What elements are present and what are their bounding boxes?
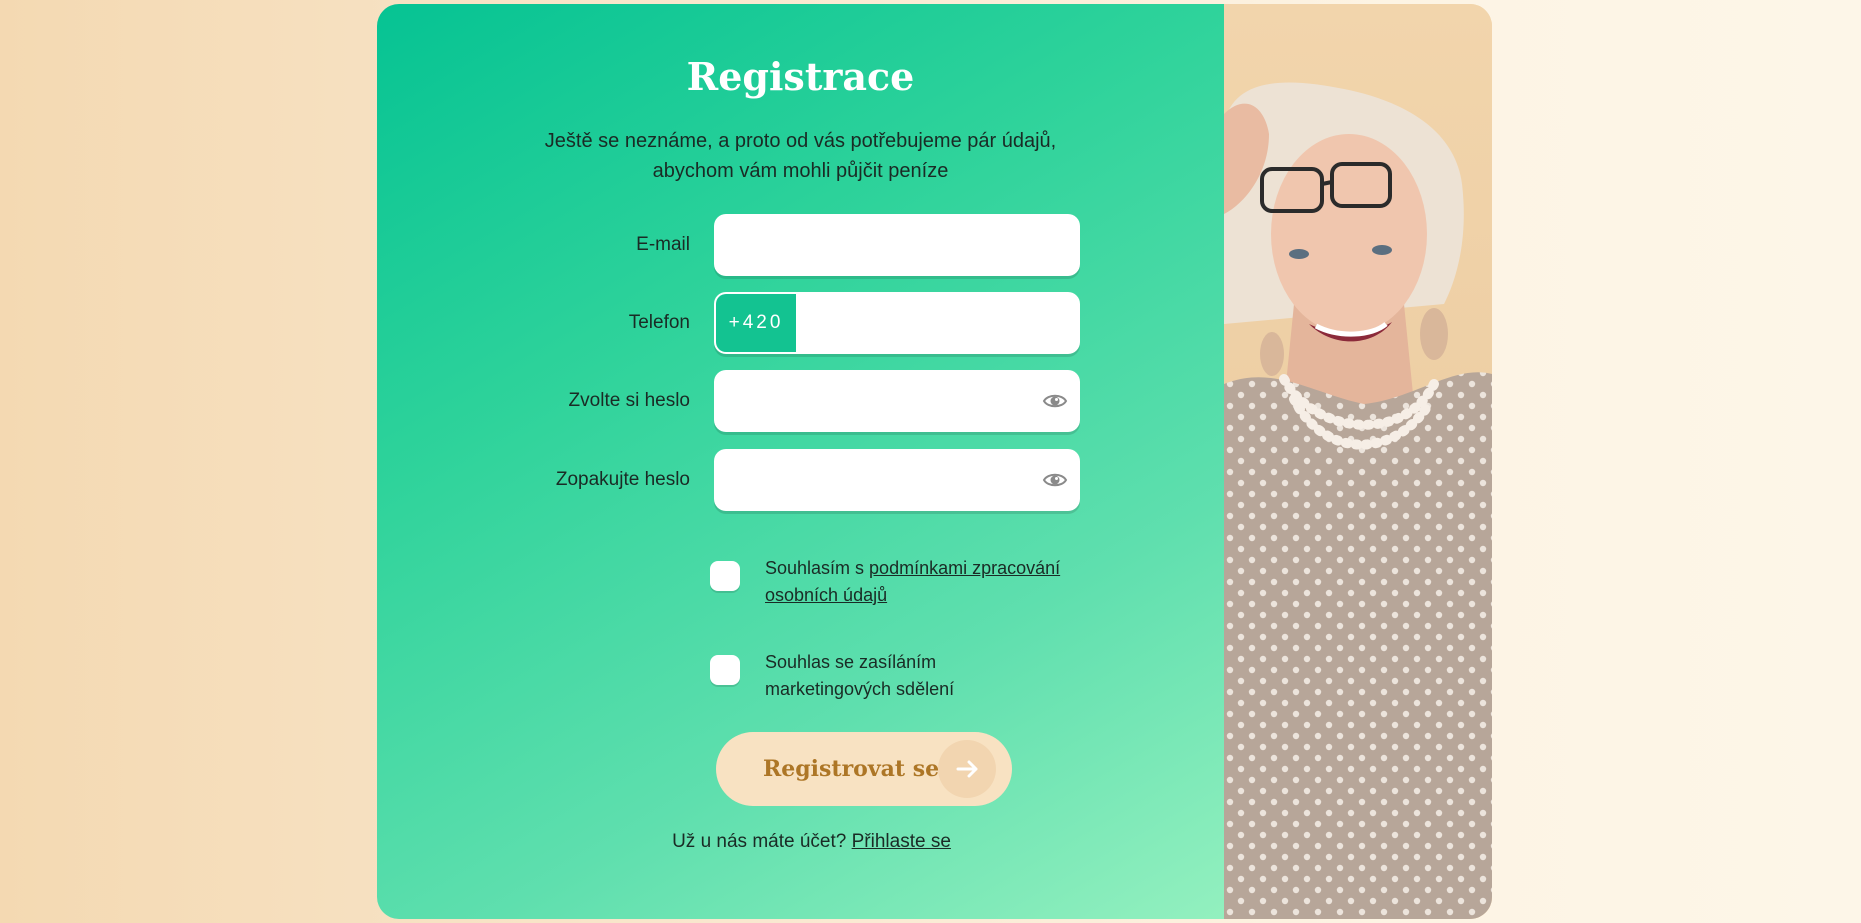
password-repeat-field[interactable] <box>714 449 1080 511</box>
phone-row: Telefon +420 <box>377 292 1224 354</box>
phone-field-box: +420 <box>714 292 1080 354</box>
registration-card: Registrace Ještě se neznáme, a proto od … <box>377 4 1492 919</box>
senior-woman-photo <box>1224 4 1492 919</box>
phone-prefix: +420 <box>716 294 796 352</box>
page-subtitle: Ještě se neznáme, a proto od vás potřebu… <box>377 126 1224 186</box>
login-prompt: Už u nás máte účet? Přihlaste se <box>377 831 1246 853</box>
consent-marketing-label: Souhlas se zasíláním marketingových sděl… <box>765 652 955 699</box>
password-repeat-field-box <box>714 449 1080 511</box>
email-row: E-mail <box>377 214 1224 276</box>
eye-icon[interactable] <box>1042 389 1068 413</box>
registration-form: Registrace Ještě se neznáme, a proto od … <box>377 4 1224 919</box>
consent-personal-prefix: Souhlasím s <box>765 558 870 578</box>
email-label: E-mail <box>636 234 690 255</box>
password-row: Zvolte si heslo <box>377 370 1224 432</box>
password-field-box <box>714 370 1080 432</box>
register-button[interactable]: Registrovat se <box>716 732 1012 806</box>
eye-icon[interactable] <box>1042 468 1068 492</box>
email-field-box <box>714 214 1080 276</box>
password-field[interactable] <box>714 370 1080 432</box>
consent-personal-text: Souhlasím s podmínkami zpracování osobní… <box>765 555 1095 609</box>
arrow-right-icon <box>938 740 996 798</box>
page-title: Registrace <box>686 54 915 99</box>
password-repeat-row: Zopakujte heslo <box>377 449 1224 511</box>
email-field[interactable] <box>714 214 1080 276</box>
subtitle-line-2: abychom vám mohli půjčit peníze <box>652 160 949 182</box>
subtitle-line-1: Ještě se neznáme, a proto od vás potřebu… <box>544 130 1057 152</box>
password-repeat-label: Zopakujte heslo <box>555 469 690 490</box>
password-label: Zvolte si heslo <box>568 390 690 411</box>
consent-personal-checkbox[interactable] <box>710 561 740 591</box>
login-prompt-text: Už u nás máte účet? <box>672 831 847 852</box>
register-button-label: Registrovat se <box>763 756 940 782</box>
consent-marketing-checkbox[interactable] <box>710 655 740 685</box>
phone-label: Telefon <box>628 312 690 333</box>
login-link[interactable]: Přihlaste se <box>852 831 951 852</box>
phone-field[interactable] <box>796 294 1078 352</box>
